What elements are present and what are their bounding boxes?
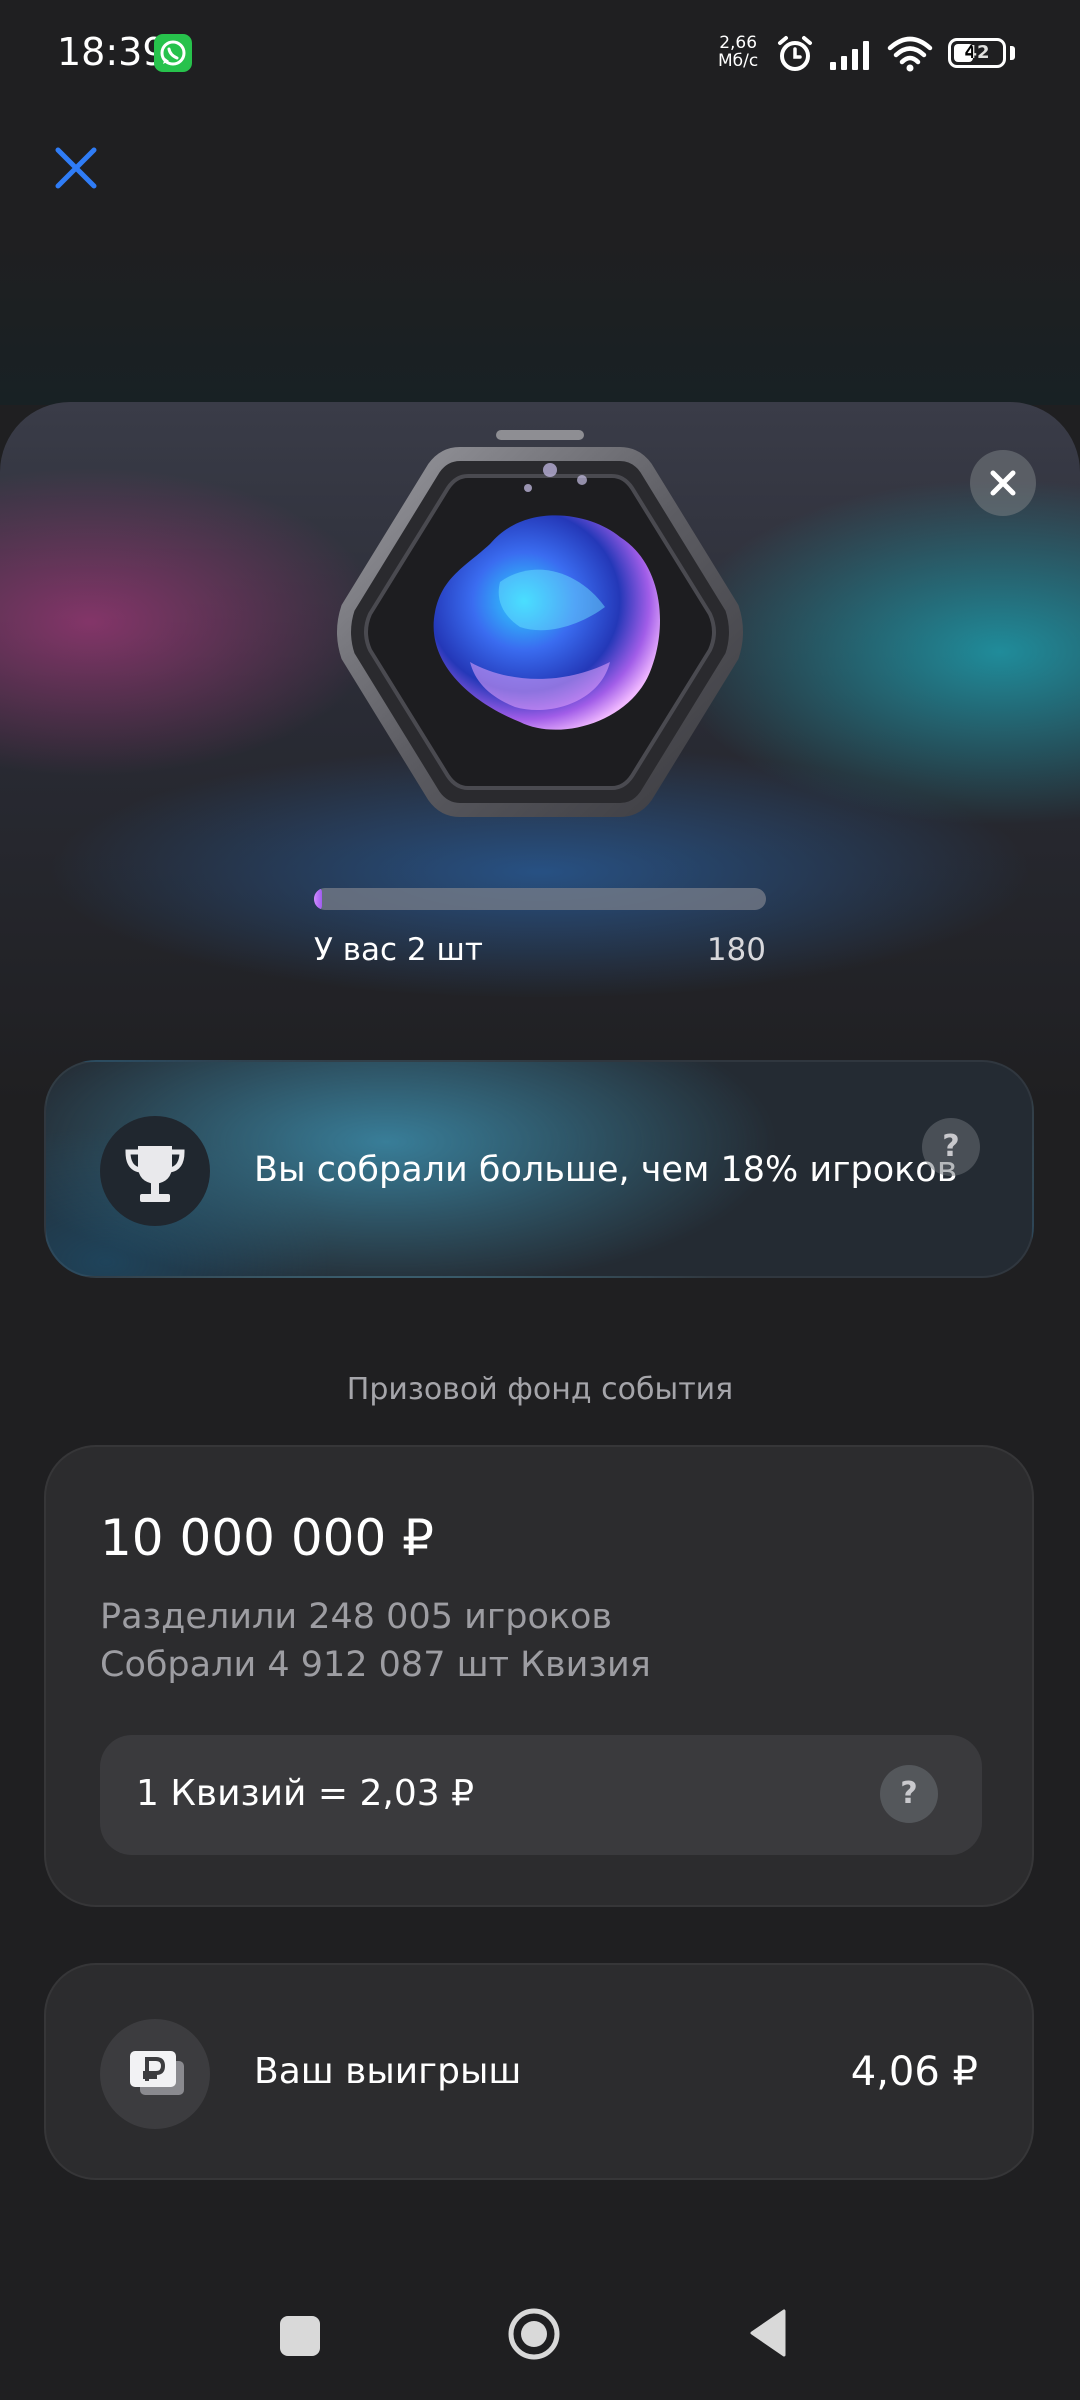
sheet-close-button[interactable] xyxy=(970,450,1036,516)
rank-text: Вы собрали больше, чем 18% игроков xyxy=(254,1150,958,1190)
status-time: 18:39 xyxy=(57,30,167,74)
screen: 18:39 2,66 Мб/с 42 У вас 2 шт 180 Вы соб… xyxy=(0,0,1080,2400)
collection-progress-fill xyxy=(314,888,323,910)
wifi-icon xyxy=(887,36,933,72)
battery-level: 42 xyxy=(964,42,990,63)
dimmed-backdrop xyxy=(0,245,1080,405)
net-speed: 2,66 Мб/с xyxy=(718,34,758,70)
battery-cap xyxy=(1010,46,1015,60)
collection-target: 180 xyxy=(706,932,766,968)
winnings-card: Ваш выигрыш 4,06 ₽ xyxy=(44,1963,1034,2180)
collection-progress-bar xyxy=(314,888,766,910)
net-speed-value: 2,66 xyxy=(719,33,758,53)
trophy-badge xyxy=(100,1116,210,1226)
trophy-icon xyxy=(125,1146,185,1202)
status-bar: 18:39 2,66 Мб/с 42 xyxy=(0,0,1080,110)
back-button[interactable] xyxy=(748,2308,788,2358)
winnings-badge xyxy=(100,2019,210,2129)
prize-fund-card: 10 000 000 ₽ Разделили 248 005 игроков С… xyxy=(44,1445,1034,1907)
exchange-rate-row: 1 Квизий = 2,03 ₽ ? xyxy=(100,1735,982,1855)
recents-button[interactable] xyxy=(280,2316,320,2356)
close-icon[interactable] xyxy=(50,142,102,194)
net-speed-unit: Мб/с xyxy=(718,51,759,71)
battery-icon: 42 xyxy=(948,38,1006,68)
close-icon xyxy=(990,470,1016,496)
quizium-gem-badge xyxy=(337,447,743,817)
rank-help-button[interactable]: ? xyxy=(922,1118,980,1176)
ruble-cards-icon xyxy=(130,2051,184,2095)
winnings-amount: 4,06 ₽ xyxy=(850,2049,978,2095)
rate-help-button[interactable]: ? xyxy=(880,1765,938,1823)
alarm-icon xyxy=(778,36,812,71)
winnings-label: Ваш выигрыш xyxy=(254,2051,522,2092)
prize-fund-title: Призовой фонд события xyxy=(346,1372,734,1407)
prize-shared-by: Разделили 248 005 игроков xyxy=(100,1597,613,1637)
home-button[interactable] xyxy=(506,2306,562,2362)
rank-card: Вы собрали больше, чем 18% игроков ? xyxy=(44,1060,1034,1278)
exchange-rate: 1 Квизий = 2,03 ₽ xyxy=(136,1773,475,1814)
whatsapp-icon xyxy=(154,34,192,72)
prize-collected: Собрали 4 912 087 шт Квизия xyxy=(100,1645,651,1685)
collection-count: У вас 2 шт xyxy=(314,932,483,968)
prize-amount: 10 000 000 ₽ xyxy=(100,1509,434,1567)
signal-icon xyxy=(830,41,869,70)
